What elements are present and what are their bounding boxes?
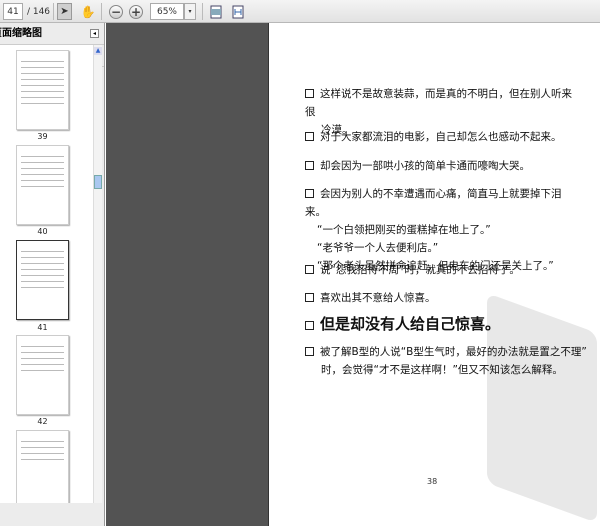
checklist-item: 对于大家都流泪的电影，自己却怎么也感动不起来。 — [305, 128, 575, 146]
thumbnail-page-41[interactable] — [16, 240, 69, 320]
scroll-thumb[interactable] — [94, 175, 102, 189]
item-text: 被了解B型的人说“B型生气时，最好的办法就是置之不理” — [320, 346, 587, 358]
divider — [53, 3, 54, 20]
checklist-item: 说“怨我招待不周”时，就真的不去招待了。 — [305, 261, 575, 279]
checklist-item: 却会因为一部哄小孩的简单卡通而嚎啕大哭。 — [305, 157, 575, 175]
checklist-item: 但是却没有人给自己惊喜。 — [305, 315, 575, 333]
item-text: 对于大家都流泪的电影，自己却怎么也感动不起来。 — [320, 131, 562, 143]
item-text: 喜欢出其不意给人惊喜。 — [320, 292, 436, 304]
fit-page-button[interactable] — [209, 3, 223, 20]
item-text: “一个白领把刚买的蛋糕掉在地上了。” — [317, 224, 491, 236]
select-tool-button[interactable]: ➤ — [57, 3, 72, 20]
checkbox-icon — [305, 189, 314, 198]
checkbox-icon — [305, 347, 314, 356]
plus-icon: + — [129, 4, 143, 19]
minus-icon: − — [109, 4, 123, 19]
divider — [101, 3, 102, 20]
thumbnail-label: 40 — [37, 227, 48, 236]
checkbox-icon — [305, 132, 314, 141]
page-number-input[interactable]: 41 — [3, 3, 23, 20]
thumbnail-page-43[interactable] — [16, 430, 69, 503]
toolbar: 41 / 146 ➤ ✋ − + 65% ▾ — [0, 0, 600, 23]
panel-title: 页面缩略图 — [0, 28, 42, 39]
cursor-icon: ➤ — [60, 6, 69, 17]
checkbox-icon — [305, 89, 314, 98]
fit-page-icon — [210, 5, 222, 18]
thumbnail-label: 39 — [37, 132, 48, 141]
divider — [202, 3, 203, 20]
checkbox-icon — [305, 161, 314, 170]
zoom-out-button[interactable]: − — [108, 3, 124, 20]
thumbnail-scrollbar[interactable]: ▲ — [93, 45, 102, 503]
item-text: 会因为别人的不幸遭遇而心痛，简直马上就要掉下泪来。 — [305, 188, 562, 218]
checkbox-icon — [305, 293, 314, 302]
item-text: “老爷爷一个人去便利店。” — [317, 242, 439, 254]
collapse-panel-button[interactable]: ◂ — [90, 29, 99, 38]
hand-tool-button[interactable]: ✋ — [80, 3, 96, 20]
document-background — [106, 23, 268, 526]
page-number: 38 — [427, 477, 438, 486]
hand-icon: ✋ — [80, 4, 96, 19]
thumbnail-label: 41 — [37, 323, 48, 332]
checklist-item: 被了解B型的人说“B型生气时，最好的办法就是置之不理” 时，会觉得“才不是这样啊！… — [305, 343, 595, 379]
thumbnail-label: 42 — [37, 417, 48, 426]
item-text: 这样说不是故意装蒜，而是真的不明白，但在别人听来很 — [305, 88, 572, 118]
thumbnail-page-40[interactable] — [16, 145, 69, 225]
checkbox-icon — [305, 321, 314, 330]
thumbnail-list: 39 40 41 42 — [0, 45, 93, 503]
zoom-level-input[interactable]: 65% — [150, 3, 184, 20]
item-text: 却会因为一部哄小孩的简单卡通而嚎啕大哭。 — [320, 160, 530, 172]
zoom-dropdown[interactable]: ▾ — [184, 3, 196, 20]
zoom-in-button[interactable]: + — [128, 3, 144, 20]
item-text: 时，会觉得“才不是这样啊！”但又不知该怎么解释。 — [321, 364, 563, 376]
panel-header: 页面缩略图 ◂ — [0, 23, 104, 45]
fit-width-button[interactable] — [231, 3, 245, 20]
checklist-item: 喜欢出其不意给人惊喜。 — [305, 289, 575, 307]
thumbnail-page-39[interactable] — [16, 50, 69, 130]
total-pages: / 146 — [26, 6, 51, 17]
item-text: 说“怨我招待不周”时，就真的不去招待了。 — [320, 264, 520, 276]
checkbox-icon — [305, 265, 314, 274]
scroll-up-icon[interactable]: ▲ — [94, 47, 102, 55]
fit-width-icon — [232, 5, 244, 18]
document-page: 这样说不是故意装蒜，而是真的不明白，但在别人听来很 冷漠。 对于大家都流泪的电影，… — [268, 23, 600, 526]
thumbnail-page-42[interactable] — [16, 335, 69, 415]
item-text: 但是却没有人给自己惊喜。 — [320, 315, 501, 333]
